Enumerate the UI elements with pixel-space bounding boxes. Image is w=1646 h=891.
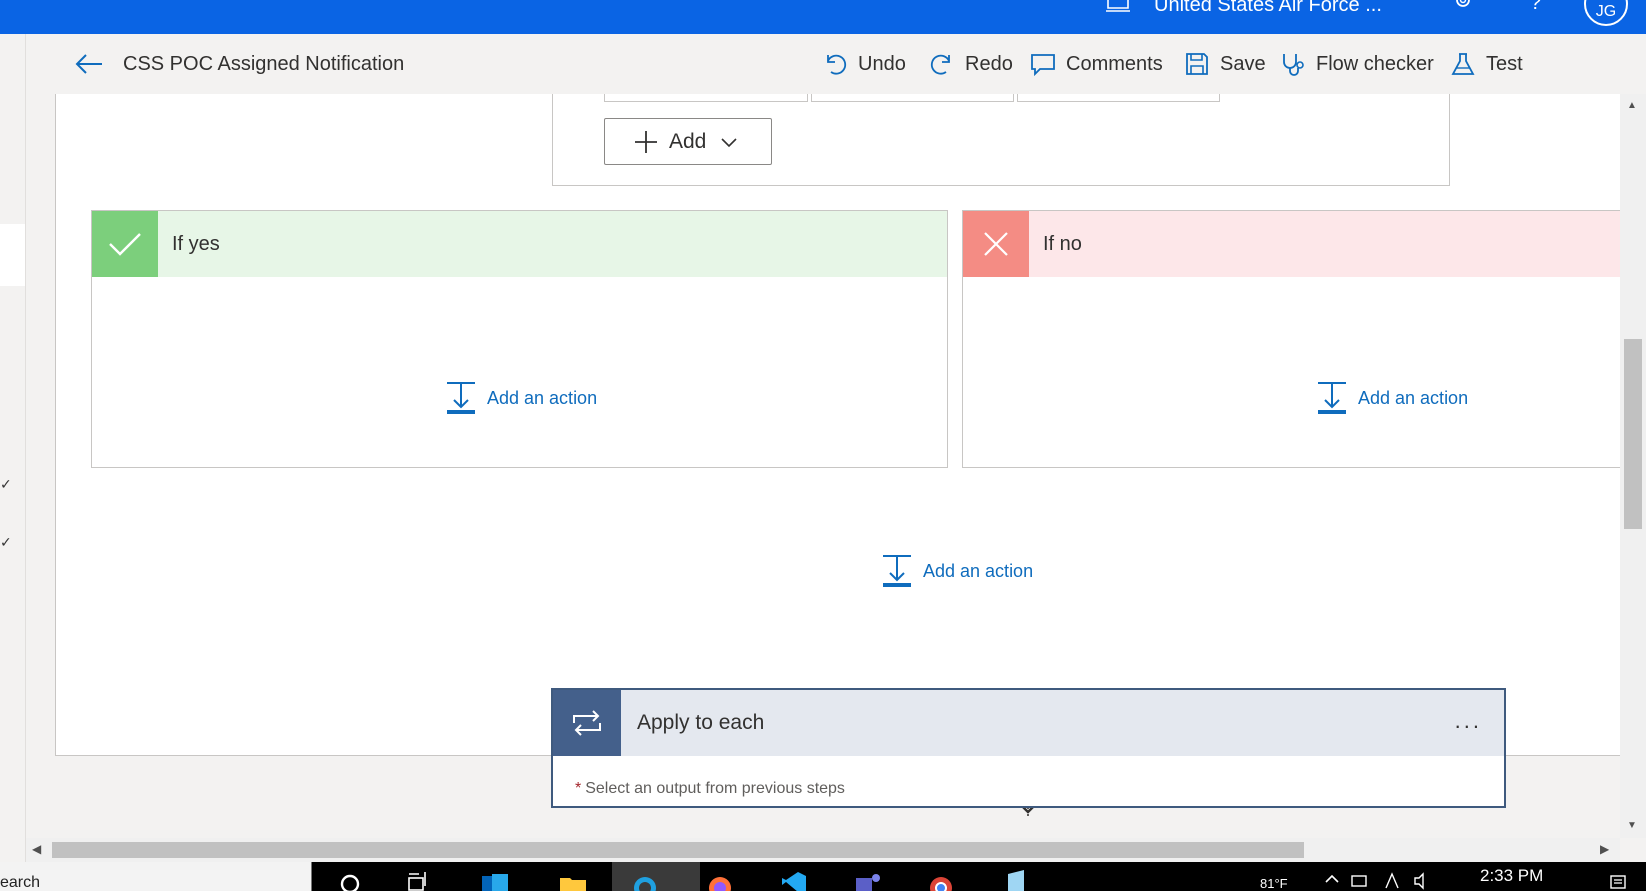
add-action-icon [447,382,475,414]
more-options-icon[interactable]: ... [1455,708,1482,734]
condition-value-field[interactable] [1017,94,1220,102]
teams-icon[interactable] [852,868,882,891]
add-action-main-button[interactable]: Add an action [881,554,1033,588]
avatar[interactable]: JG [1584,0,1628,26]
command-bar: CSS POC Assigned Notification Undo Redo … [26,34,1646,94]
save-label: Save [1220,52,1266,75]
vscode-icon[interactable] [778,868,808,891]
redo-label: Redo [965,52,1013,75]
chevron-up-icon[interactable] [1322,870,1342,890]
required-field-label: * Select an output from previous steps [575,780,845,798]
test-button[interactable]: Test [1450,48,1523,80]
if-yes-header: If yes [92,211,947,277]
if-yes-label: If yes [172,232,220,255]
add-action-label: Add an action [923,560,1034,581]
help-icon[interactable]: ? [1530,0,1541,15]
scroll-right-icon[interactable]: ▶ [1600,842,1609,856]
add-label: Add [669,129,707,153]
power-automate-editor: United States Air Force ... ? JG ✓ ✓ CSS… [0,0,1646,891]
test-label: Test [1486,52,1523,75]
condition-operator-field[interactable] [811,94,1014,102]
notepad-icon[interactable] [1000,868,1030,891]
notifications-icon[interactable] [1608,870,1628,890]
add-action-icon [1318,382,1346,414]
windows-taskbar: earch 81°F 2:33 PM [0,862,1646,891]
left-nav-strip: ✓ ✓ [0,34,26,862]
check-mark-icon: ✓ [0,476,12,492]
stethoscope-icon [1283,54,1304,76]
condition-value-field[interactable] [604,94,808,102]
redo-icon [930,54,950,75]
flow-checker-button[interactable]: Flow checker [1280,48,1434,80]
save-icon [1186,53,1208,75]
plus-icon [635,130,657,153]
checkmark-icon [92,211,158,277]
taskbar-clock[interactable]: 2:33 PM [1480,866,1543,886]
file-explorer-icon[interactable] [558,868,588,891]
volume-icon[interactable] [1412,870,1432,890]
check-mark-icon: ✓ [0,534,12,550]
add-action-label: Add an action [487,387,598,408]
left-nav-selected[interactable] [0,224,25,286]
weather-temperature[interactable]: 81°F [1260,876,1288,891]
flow-canvas: Add If yes Add an action If no Add an ac… [26,94,1620,838]
chevron-down-icon [721,137,737,147]
top-bar: United States Air Force ... ? JG [0,0,1646,34]
vertical-scroll-thumb[interactable] [1624,339,1642,529]
if-no-header: If no [963,211,1620,277]
redo-button[interactable]: Redo [929,48,1013,80]
add-action-icon [883,555,911,587]
loop-icon [553,690,621,756]
scroll-down-icon[interactable]: ▼ [1627,820,1637,831]
apply-to-each-header[interactable]: Apply to each ... [553,690,1504,756]
horizontal-scroll-thumb[interactable] [52,842,1304,858]
scroll-up-icon[interactable]: ▲ [1627,100,1637,111]
add-action-no-button[interactable]: Add an action [1316,381,1468,415]
add-condition-button[interactable]: Add [604,118,772,165]
taskbar-search-box[interactable]: earch [0,862,312,891]
firefox-icon[interactable] [705,868,735,891]
apply-to-each-card[interactable]: Apply to each ... * Select an output from… [551,688,1506,808]
comments-label: Comments [1066,52,1163,75]
horizontal-scrollbar[interactable]: ◀ ▶ [26,838,1620,862]
if-no-branch: If no Add an action [962,210,1620,468]
chrome-icon[interactable] [926,868,956,891]
apply-to-each-title: Apply to each [637,711,765,734]
save-button[interactable]: Save [1184,48,1266,80]
required-star: * [575,780,582,797]
undo-icon [827,54,847,75]
flow-title: CSS POC Assigned Notification [123,53,405,75]
back-arrow-icon[interactable] [74,52,104,76]
outlook-icon[interactable] [480,868,510,891]
vertical-scrollbar[interactable]: ▲ ▼ [1620,94,1646,838]
add-action-yes-button[interactable]: Add an action [445,381,597,415]
battery-icon[interactable] [1350,870,1370,890]
network-icon[interactable] [1382,870,1402,890]
required-field-text: Select an output from previous steps [585,780,845,797]
search-icon[interactable] [336,868,366,891]
close-icon [963,211,1029,277]
flow-checker-label: Flow checker [1316,52,1434,75]
comments-button[interactable]: Comments [1030,48,1163,80]
if-yes-branch: If yes Add an action [91,210,948,468]
undo-label: Undo [858,52,906,75]
gear-icon[interactable] [1450,0,1476,14]
environment-name[interactable]: United States Air Force ... [1154,0,1382,17]
scroll-left-icon[interactable]: ◀ [32,842,41,856]
task-view-icon[interactable] [405,868,435,891]
comment-icon [1031,54,1055,77]
flask-icon [1451,53,1475,75]
undo-button[interactable]: Undo [822,48,906,80]
add-action-label: Add an action [1358,387,1469,408]
if-no-label: If no [1043,232,1082,255]
environment-icon[interactable] [1105,0,1131,12]
edge-icon[interactable] [630,868,660,891]
